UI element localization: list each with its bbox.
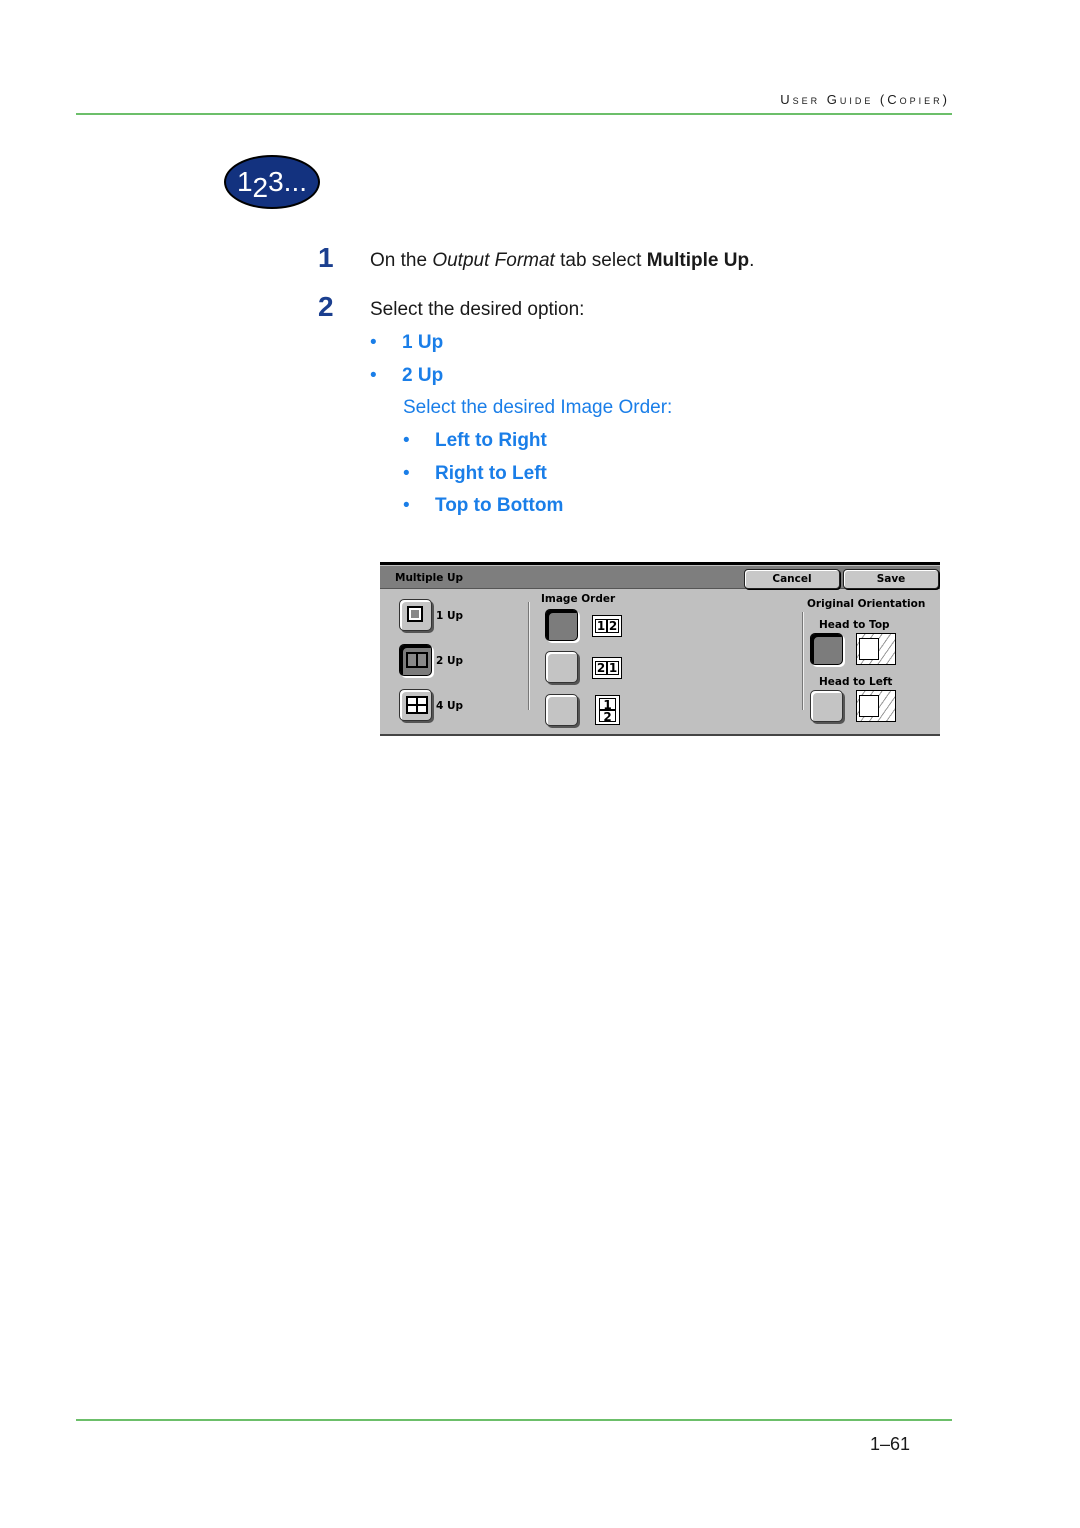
panel-titlebar: Multiple Up Cancel Save [380,566,940,589]
option-item: • 2 Up [370,365,443,387]
option-label: 1 Up [402,332,444,353]
head-to-top-button[interactable] [810,633,843,665]
option-item: • 1 Up [370,332,443,354]
order-cell: 2 [607,619,619,633]
4-up-icon [406,696,428,714]
head-to-left-button[interactable] [810,690,843,722]
image-order-label: Right to Left [435,463,547,484]
header-rule [76,113,952,115]
step-number-2: 2 [318,291,334,322]
multiple-up-panel: Multiple Up Cancel Save 1 Up 2 Up 4 Up I… [380,562,940,736]
order-cell: 2 [595,661,607,675]
head-to-top-icon [856,633,896,665]
image-order-heading: Select the desired Image Order: [403,397,673,418]
bullet: • [403,495,410,516]
4-up-button[interactable] [399,689,432,721]
steps-icon: 1 2 3... [224,155,320,209]
steps-icon-3: 3... [268,166,308,197]
bullet: • [403,430,410,451]
steps-icon-2: 2 [252,172,269,203]
image-order-label: Left to Right [435,430,547,451]
top-to-bottom-button[interactable] [545,694,578,726]
bullet: • [370,365,377,386]
4-up-label: 4 Up [436,700,464,712]
orientation-heading: Original Orientation [807,598,926,610]
panel-top-border [380,562,940,565]
left-to-right-icon: 1 2 [592,615,622,637]
order-cell: 1 [599,698,616,711]
step-number-1: 1 [318,242,334,273]
top-to-bottom-icon: 1 2 [595,695,620,725]
order-cell: 1 [595,619,607,633]
bullet: • [403,463,410,484]
left-to-right-button[interactable] [545,609,578,641]
1-up-label: 1 Up [436,610,464,622]
divider [802,612,803,710]
house-rotated-icon [859,695,879,717]
1-up-icon [407,606,423,622]
head-to-left-label: Head to Left [819,676,893,688]
page-number: 1–61 [869,1434,910,1454]
bullet: • [370,332,377,353]
divider [528,602,529,710]
save-button[interactable]: Save [843,569,939,589]
step-text-suffix: . [749,250,755,271]
head-to-left-icon [856,690,896,722]
image-order-item: • Right to Left [403,463,547,485]
panel-bottom-border [380,734,940,736]
right-to-left-button[interactable] [545,651,578,683]
head-to-top-label: Head to Top [819,619,890,631]
2-up-button[interactable] [399,644,432,676]
2-up-label: 2 Up [436,655,464,667]
step-text-1: On the Output Format tab select Multiple… [370,250,754,272]
footer-rule [76,1419,952,1421]
option-label: 2 Up [402,365,444,386]
order-cell: 2 [599,710,616,723]
step-text-italic: Output Format [432,250,555,271]
2-up-icon [406,652,428,668]
cancel-button[interactable]: Cancel [744,569,840,589]
image-order-panel-heading: Image Order [541,593,616,605]
right-to-left-icon: 2 1 [592,657,622,679]
image-order-item: • Top to Bottom [403,495,563,517]
step-text-prefix: On the [370,250,433,271]
step-text-2: Select the desired option: [370,299,585,320]
order-cell: 1 [607,661,619,675]
panel-title: Multiple Up [395,572,464,584]
running-head: User Guide (Copier) [780,92,950,107]
step-text-middle: tab select [554,250,647,271]
image-order-label: Top to Bottom [435,495,564,516]
step-text-bold: Multiple Up [646,250,750,271]
image-order-item: • Left to Right [403,430,547,452]
1-up-button[interactable] [399,599,432,631]
house-icon [859,638,879,660]
steps-icon-1: 1 [236,166,253,197]
